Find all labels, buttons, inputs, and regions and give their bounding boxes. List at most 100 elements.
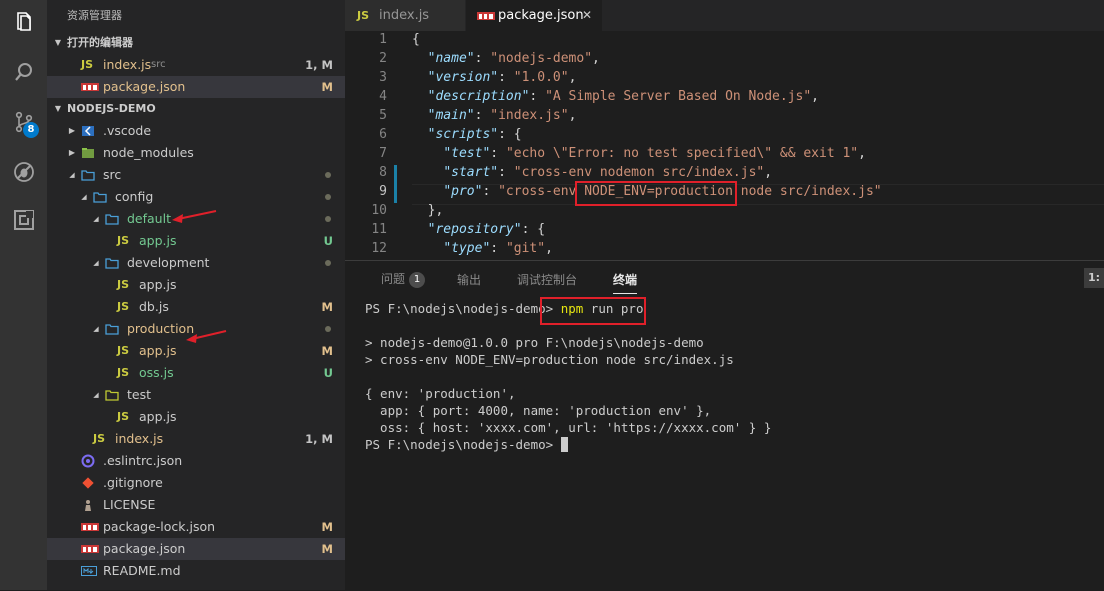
terminal-line: oss: { host: 'xxxx.com', url: 'https://x… [365, 420, 772, 435]
tab-terminal[interactable]: 终端 [613, 271, 638, 294]
tree-item[interactable]: JS index.js 1, M [47, 428, 345, 450]
terminal-selector[interactable]: 1: [1084, 268, 1104, 288]
tree-item-label: app.js [139, 233, 177, 248]
line-number: 4 [379, 89, 387, 104]
tree-item[interactable]: ◢ test [47, 384, 345, 406]
chevron-down-icon: ◢ [93, 325, 99, 333]
test-folder-icon [105, 384, 119, 406]
line-number: 8 [379, 165, 387, 180]
tree-item-label: node_modules [103, 145, 194, 160]
open-editor-item[interactable]: package.json M [47, 76, 345, 98]
project-header[interactable]: ▼ NODEJS-DEMO [47, 98, 345, 120]
tree-item[interactable]: JS db.js M [47, 296, 345, 318]
red-arrow-icon [186, 330, 227, 343]
npm-icon [81, 76, 99, 98]
code-line: "test": "echo \"Error: no test specified… [443, 146, 866, 161]
code-line: "repository": { [427, 222, 546, 237]
tree-item-label: LICENSE [103, 497, 156, 512]
tree-item[interactable]: package.json M [47, 538, 345, 560]
terminal-cursor [560, 437, 568, 452]
tree-item[interactable]: JS oss.js U [47, 362, 345, 384]
git-status-badge: U [323, 366, 333, 380]
js-file-icon: JS [117, 234, 130, 247]
tab-index-js[interactable]: JS index.js [345, 0, 465, 31]
line-number: 3 [379, 70, 387, 85]
npm-icon [81, 516, 99, 538]
tree-item-label: src [103, 167, 122, 182]
tab-debug-console[interactable]: 调试控制台 [517, 271, 577, 288]
tree-item-label: app.js [139, 277, 177, 292]
folder-icon [105, 318, 119, 340]
search-icon[interactable] [0, 50, 47, 94]
tree-item[interactable]: LICENSE [47, 494, 345, 516]
tree-item-label: default [127, 211, 171, 226]
folder-icon [93, 186, 107, 208]
tree-item-label: app.js [139, 343, 177, 358]
chevron-down-icon: ◢ [93, 259, 99, 267]
tree-item[interactable]: package-lock.json M [47, 516, 345, 538]
status-dot [325, 172, 331, 178]
tree-item[interactable]: ◢ src [47, 164, 345, 186]
tree-item[interactable]: JS app.js [47, 274, 345, 296]
terminal-line: > nodejs-demo@1.0.0 pro F:\nodejs\nodejs… [365, 335, 704, 350]
code-line: "version": "1.0.0", [427, 70, 577, 85]
bottom-panel: 问题 1 输出 调试控制台 终端 1: PS F:\nodejs\nodejs-d… [345, 260, 1104, 591]
vscode-folder-icon [81, 120, 95, 142]
open-editors-header[interactable]: ▼ 打开的编辑器 [47, 32, 345, 54]
extensions-icon[interactable] [0, 198, 47, 242]
tree-item-label: README.md [103, 563, 181, 578]
tree-item-label: .gitignore [103, 475, 163, 490]
tree-item[interactable]: README.md [47, 560, 345, 582]
tree-item[interactable]: ◢ development [47, 252, 345, 274]
js-file-icon: JS [117, 278, 130, 291]
source-control-icon[interactable] [0, 100, 47, 144]
tree-item-label: config [115, 189, 154, 204]
activity-bar: 8 [0, 0, 47, 590]
tree-item[interactable]: ▶ node_modules [47, 142, 345, 164]
code-line: }, [412, 203, 444, 218]
tree-item[interactable]: ▶ .vscode [47, 120, 345, 142]
line-number: 9 [379, 184, 387, 199]
open-editor-item[interactable]: JS index.js src 1, M [47, 54, 345, 76]
tab-output[interactable]: 输出 [457, 271, 481, 288]
eslint-icon [81, 450, 95, 472]
explorer-icon[interactable] [0, 0, 47, 44]
tab-package-json[interactable]: package.json ✕ [466, 0, 602, 31]
tree-item-label: test [127, 387, 152, 402]
tree-item-label: development [127, 255, 210, 270]
license-icon [81, 494, 95, 516]
code-line: "name": "nodejs-demo", [427, 51, 600, 66]
close-icon[interactable]: ✕ [582, 0, 592, 31]
js-file-icon: JS [117, 344, 130, 357]
terminal-line: { env: 'production', [365, 386, 516, 401]
js-file-icon: JS [117, 410, 130, 423]
git-status-badge: 1, M [305, 432, 333, 446]
code-line: "main": "index.js", [427, 108, 577, 123]
highlight-box-node-env [575, 181, 737, 206]
line-number: 6 [379, 127, 387, 142]
tree-item[interactable]: JS app.js U [47, 230, 345, 252]
code-editor[interactable]: 1 {2 "name": "nodejs-demo", 3 "version": "… [345, 31, 1104, 260]
git-status-badge: U [323, 234, 333, 248]
tree-item[interactable]: .eslintrc.json [47, 450, 345, 472]
code-line: "start": "cross-env nodemon src/index.js… [443, 165, 773, 180]
chevron-down-icon: ◢ [93, 391, 99, 399]
chevron-right-icon: ▶ [68, 126, 76, 135]
tree-item[interactable]: JS app.js [47, 406, 345, 428]
debug-icon[interactable] [0, 150, 47, 194]
npm-icon [81, 538, 99, 560]
line-number: 5 [379, 108, 387, 123]
tab-problems[interactable]: 问题 1 [381, 270, 426, 288]
folder-icon [105, 208, 119, 230]
chevron-down-icon: ◢ [81, 193, 87, 201]
status-dot [325, 194, 331, 200]
js-file-icon: JS [357, 9, 370, 22]
tree-item[interactable]: .gitignore [47, 472, 345, 494]
terminal-line: app: { port: 4000, name: 'production env… [365, 403, 712, 418]
panel-tabs: 问题 1 输出 调试控制台 终端 1: [345, 261, 1104, 297]
tree-item-label: db.js [139, 299, 169, 314]
tree-item-label: package-lock.json [103, 519, 216, 534]
git-status-badge: M [321, 542, 333, 556]
chevron-right-icon: ▶ [68, 148, 76, 157]
editor-tabs: JS index.js package.json ✕ [345, 0, 1104, 31]
